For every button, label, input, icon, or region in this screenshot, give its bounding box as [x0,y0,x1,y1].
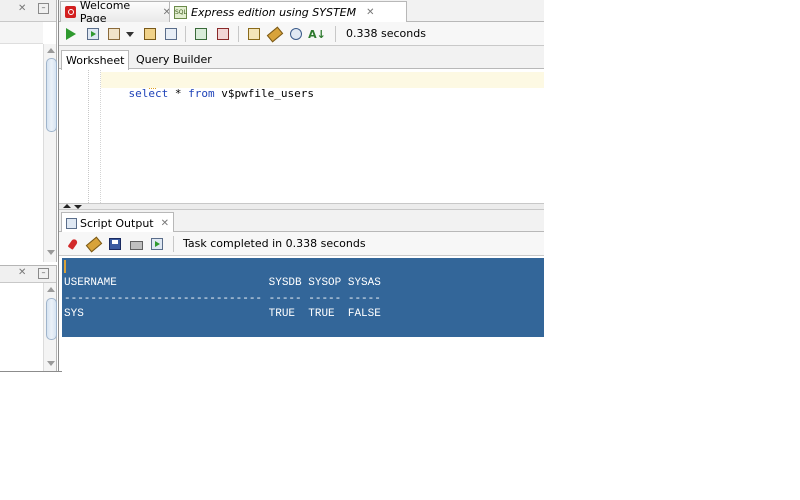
worksheet-tab-strip: Worksheet Query Builder [59,46,544,70]
tab-query-builder[interactable]: Query Builder [132,50,216,69]
panel-splitter[interactable] [59,203,544,210]
save-button[interactable] [107,236,123,252]
left-panel-bottom: ✕ – [0,265,57,372]
format-icon: A↓ [308,27,326,41]
scroll-down-arrow-icon[interactable] [47,361,55,366]
collapse-up-icon[interactable] [63,204,71,208]
output-line: USERNAME SYSDB SYSOP SYSAS [64,277,381,289]
chevron-down-icon [126,31,134,37]
toolbar-separator [173,236,174,252]
left-panel-bottom-scrollbar[interactable] [43,283,57,371]
tuning-icon [165,28,177,40]
script-output-icon [66,217,77,229]
eraser-icon [85,236,103,252]
autotrace-icon [108,28,120,40]
tab-express-edition[interactable]: SQL Express edition using SYSTEM ✕ [169,1,407,23]
squiggle-underline [149,87,156,89]
script-icon [151,238,163,250]
scroll-up-arrow-icon[interactable] [47,287,55,292]
output-toolbar: Task completed in 0.338 seconds [59,232,544,256]
script-icon [87,28,99,40]
rollback-icon [217,28,229,40]
tab-label: Worksheet [66,54,125,67]
editor-toolbar: A↓ 0.338 seconds [59,22,544,46]
close-icon[interactable]: ✕ [18,3,26,15]
play-icon [66,28,76,40]
sql-statement[interactable]: select * from v$pwfile_users [102,74,314,113]
toolbar-separator [185,26,186,42]
tab-worksheet[interactable]: Worksheet [61,50,130,70]
eraser-icon [266,26,284,42]
scrollbar-thumb[interactable] [46,58,57,132]
editor-fold-margin [89,70,101,203]
save-icon [109,238,121,250]
left-panel-bottom-header: ✕ – [0,266,56,283]
oracle-icon [65,6,76,18]
tab-label: Query Builder [136,53,212,66]
autotrace-button[interactable] [106,26,122,42]
toolbar-separator [335,26,336,42]
task-status-label: Task completed in 0.338 seconds [183,237,366,250]
pin-button[interactable] [65,236,81,252]
minimize-icon[interactable]: – [38,3,49,14]
sql-keyword: from [188,87,215,100]
sql-connection-icon: SQL [174,6,187,19]
tab-label: Express edition using SYSTEM [191,6,357,19]
format-button[interactable]: A↓ [308,26,326,42]
clear-button[interactable] [266,26,284,42]
left-panel-top-strip [0,22,43,44]
tab-welcome-page[interactable]: Welcome Page ✕ [60,0,176,25]
minimize-icon[interactable]: – [38,268,49,279]
rollback-button[interactable] [215,26,231,42]
left-panel-top: ✕ – [0,0,57,262]
close-tab-icon[interactable]: ✕ [366,7,374,18]
left-panel-top-scrollbar[interactable] [43,44,57,262]
tab-label: Script Output [80,216,154,230]
scroll-down-arrow-icon[interactable] [47,250,55,255]
close-icon[interactable]: ✕ [18,267,26,279]
document-tab-strip: Welcome Page ✕ SQL Express edition using… [59,0,544,25]
scrollbar-thumb[interactable] [46,298,57,340]
sql-icon [248,28,260,40]
print-button[interactable] [128,236,144,252]
clock-icon [290,28,302,40]
scroll-up-arrow-icon[interactable] [47,48,55,53]
left-panel-top-header: ✕ – [0,0,56,22]
output-tab-strip: Script Output ✕ [59,210,544,233]
print-icon [129,241,143,250]
output-line: ------------------------------ ----- ---… [64,293,381,305]
run-script-output-button[interactable] [149,236,165,252]
execution-time-label: 0.338 seconds [346,27,426,40]
main-area-bottom-border [0,371,62,372]
output-line: SYS TRUE TRUE FALSE [64,308,381,320]
unshared-sql-button[interactable] [246,26,262,42]
toolbar-separator [238,26,239,42]
tab-script-output[interactable]: Script Output ✕ [61,212,175,233]
collapse-down-icon[interactable] [74,205,82,209]
sql-tuning-button[interactable] [163,26,179,42]
commit-icon [195,28,207,40]
run-statement-button[interactable] [63,26,79,42]
editor-gutter [59,70,89,203]
explain-plan-icon [144,28,156,40]
script-output-area[interactable]: USERNAME SYSDB SYSOP SYSAS -------------… [62,258,544,337]
sql-identifier: v$pwfile_users [214,87,314,100]
text-cursor [64,260,66,273]
run-script-button[interactable] [85,26,101,42]
sql-star: * [168,87,189,100]
history-button[interactable] [288,26,304,42]
commit-button[interactable] [193,26,209,42]
close-tab-icon[interactable]: ✕ [161,218,169,229]
clear-output-button[interactable] [85,236,103,252]
dropdown-button[interactable] [125,26,135,42]
sql-editor[interactable]: select * from v$pwfile_users [59,70,544,203]
pin-icon [67,238,79,250]
explain-plan-button[interactable] [142,26,158,42]
